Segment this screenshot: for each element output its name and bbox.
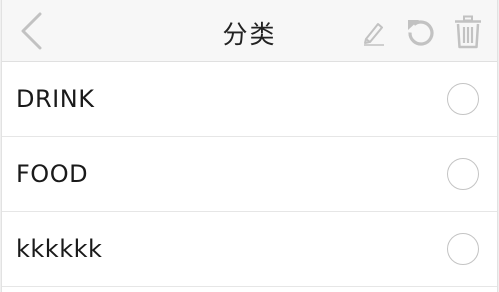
category-screen: 分类 DRINK FOOD kkkkkk — [1, 0, 498, 292]
delete-button[interactable] — [451, 15, 485, 49]
category-label: kkkkkk — [16, 235, 103, 263]
category-label: DRINK — [16, 85, 95, 113]
edit-button[interactable] — [357, 15, 391, 49]
category-list: DRINK FOOD kkkkkk — [2, 62, 497, 287]
chevron-left-icon — [21, 12, 42, 50]
radio-button[interactable] — [447, 83, 479, 115]
refresh-button[interactable] — [404, 15, 438, 49]
list-item[interactable]: FOOD — [2, 137, 497, 212]
list-item[interactable]: kkkkkk — [2, 212, 497, 287]
list-item[interactable]: DRINK — [2, 62, 497, 137]
back-button[interactable] — [14, 12, 48, 50]
trash-icon — [455, 15, 481, 49]
radio-button[interactable] — [447, 233, 479, 265]
navigation-bar: 分类 — [2, 0, 497, 62]
category-label: FOOD — [16, 160, 89, 188]
radio-button[interactable] — [447, 158, 479, 190]
toolbar-actions — [344, 14, 485, 50]
undo-icon — [408, 20, 434, 46]
pencil-icon — [364, 23, 384, 46]
